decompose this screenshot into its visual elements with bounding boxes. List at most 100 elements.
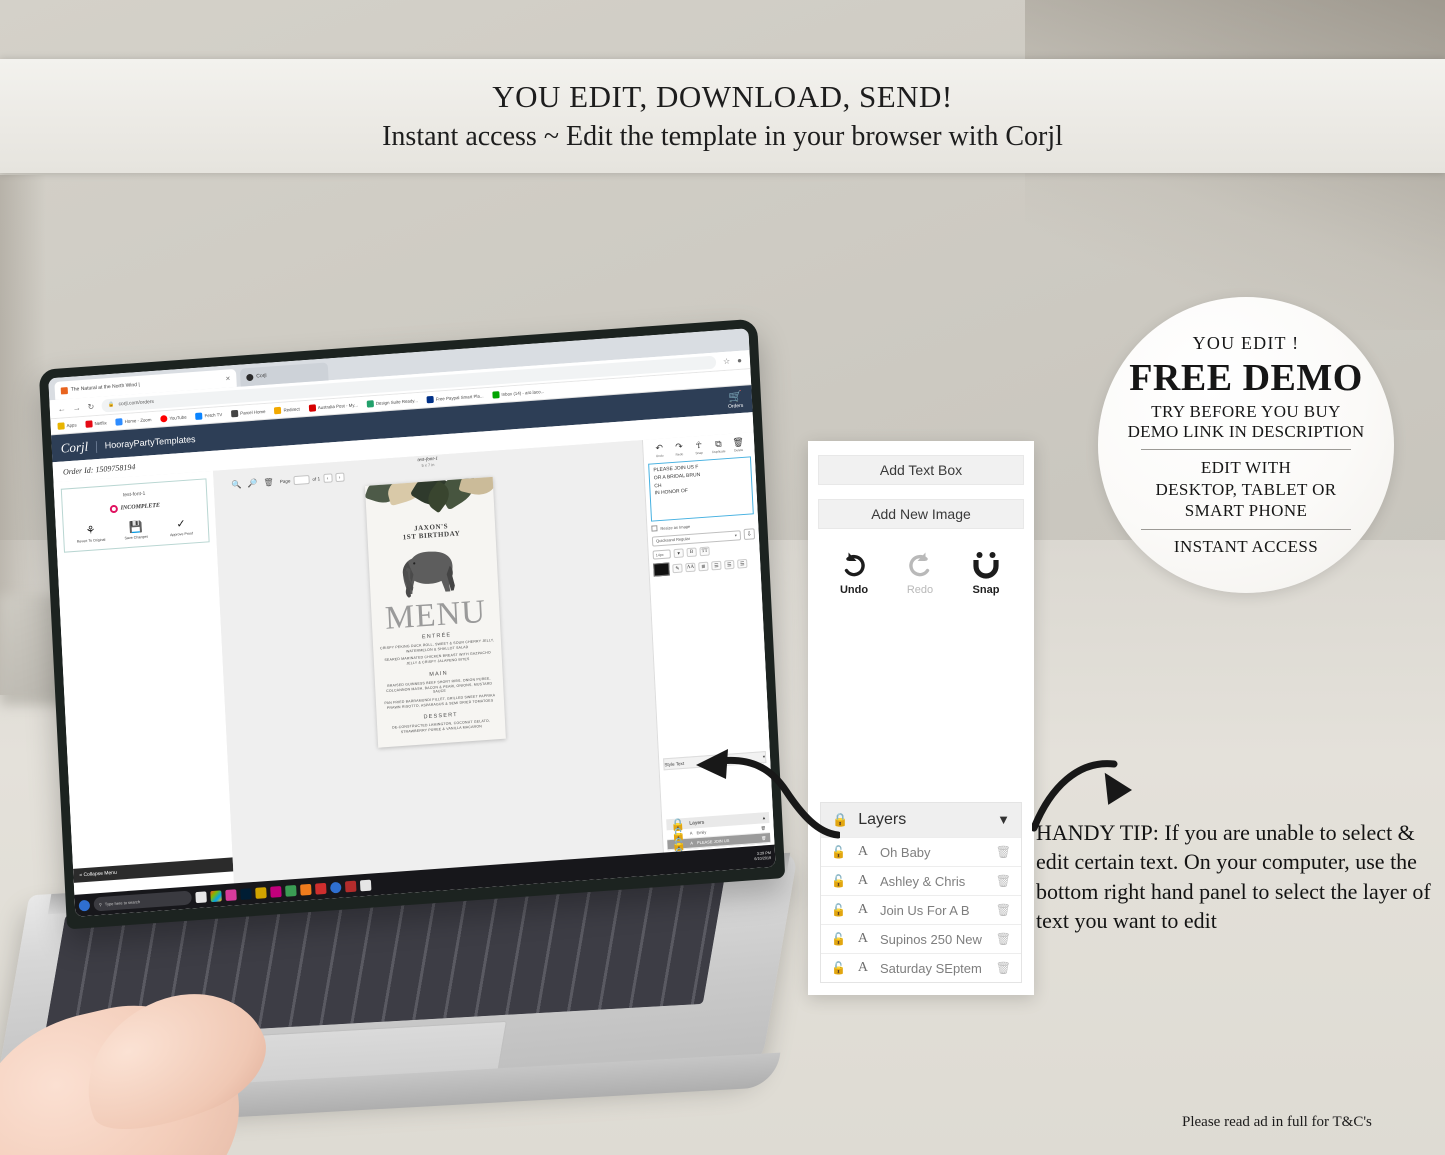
add-new-image-button[interactable]: Add New Image: [818, 499, 1024, 529]
profile-icon[interactable]: ●: [737, 355, 742, 364]
back-icon[interactable]: ←: [58, 404, 66, 414]
page-input[interactable]: [293, 474, 310, 486]
taskbar-search-input[interactable]: ⚲ Type here to search: [93, 890, 192, 912]
collapse-menu-button[interactable]: « Collapse Menu: [73, 857, 234, 883]
laptop-mockup: MacBook Pro The Natural at the North Win…: [0, 318, 810, 1155]
align-center-button[interactable]: ☰: [724, 559, 735, 570]
forward-icon[interactable]: →: [72, 403, 80, 413]
next-page-button[interactable]: ›: [334, 472, 345, 483]
chevron-down-icon: ▾: [734, 532, 737, 538]
download-font-button[interactable]: ⇩: [743, 528, 756, 541]
trash-icon[interactable]: 🗑: [996, 961, 1011, 976]
duplicate-button[interactable]: ⧉ Duplicate: [708, 438, 729, 454]
lock-icon[interactable]: 🔓: [831, 932, 846, 947]
layer-name: Saturday SEptem: [879, 960, 982, 976]
bookmark-item[interactable]: Apps: [57, 421, 77, 430]
revert-to-original-button[interactable]: ⚘ Revert To Original: [74, 523, 107, 544]
taskbar-app-icon[interactable]: [300, 883, 312, 896]
approve-proof-button[interactable]: ✓ Approve Proof: [165, 516, 198, 537]
taskbar-app-icon[interactable]: [344, 880, 357, 892]
layers-header[interactable]: 🔒 Layers ▼: [821, 803, 1021, 837]
redo-button[interactable]: ↷ Redo: [669, 441, 690, 457]
bold-button[interactable]: B: [686, 547, 697, 558]
bookmark-item[interactable]: Inbox (14) - aro.laco...: [492, 388, 544, 399]
clock-date: 6/10/2019: [754, 855, 772, 862]
font-family-select[interactable]: Quicksand Regular ▾: [651, 529, 742, 547]
trash-icon[interactable]: 🗑: [996, 874, 1011, 889]
close-icon[interactable]: ✕: [225, 375, 230, 382]
bookmark-item[interactable]: Redirect: [274, 405, 300, 415]
taskbar-app-icon[interactable]: [225, 888, 237, 901]
redo-button[interactable]: Redo: [898, 551, 942, 596]
layer-row[interactable]: 🔓 A Oh Baby 🗑: [821, 837, 1021, 866]
prev-page-button[interactable]: ‹: [322, 473, 333, 483]
chevron-down-icon[interactable]: ▾: [673, 548, 684, 559]
redo-icon: [909, 552, 930, 577]
font-size-input[interactable]: 14px: [652, 549, 671, 560]
add-text-box-button[interactable]: Add Text Box: [818, 455, 1024, 485]
bookmark-item[interactable]: Free Paypal Smart Pla...: [426, 392, 484, 404]
page-navigation: Page of 1 ‹ ›: [280, 472, 345, 486]
trash-icon[interactable]: 🗑: [996, 903, 1011, 918]
layer-row[interactable]: 🔓 A Ashley & Chris 🗑: [821, 866, 1021, 895]
undo-button[interactable]: Undo: [832, 551, 876, 596]
layer-row[interactable]: 🔓 A Saturday SEptem 🗑: [821, 953, 1021, 982]
taskbar-app-icon[interactable]: [210, 889, 222, 902]
trash-icon[interactable]: 🗑: [263, 478, 274, 488]
text-color-swatch[interactable]: [653, 562, 670, 577]
taskbar-app-icon[interactable]: [315, 882, 327, 895]
chevron-down-icon[interactable]: ▼: [997, 812, 1010, 828]
snap-button[interactable]: ☥ Snap: [689, 439, 710, 455]
layer-row[interactable]: 🔓 A Join Us For A B 🗑: [821, 895, 1021, 924]
design-preview[interactable]: JAXON'S 1ST BIRTHDAY MENU ENTRÉE CRISPY …: [364, 476, 506, 748]
duplicate-icon: ⧉: [715, 438, 722, 449]
eyedropper-icon[interactable]: ✎: [672, 563, 683, 574]
tool-label: Undo: [839, 584, 869, 596]
divider: [1141, 529, 1351, 531]
taskbar-app-icon[interactable]: [195, 890, 207, 903]
bookmark-item[interactable]: Design Suite Ready...: [366, 397, 418, 408]
tool-label: Redo: [675, 452, 684, 457]
delete-button[interactable]: 🗑 Delete: [728, 437, 749, 453]
save-changes-button[interactable]: 💾 Save Changes: [119, 519, 152, 540]
trash-icon[interactable]: 🗑: [996, 845, 1011, 860]
corjl-logo[interactable]: Corjl: [60, 438, 88, 456]
bookmark-item[interactable]: YouTube: [160, 414, 187, 423]
zoom-in-icon[interactable]: 🔍: [232, 480, 242, 490]
redo-icon: ↷: [674, 441, 684, 452]
bookmark-item[interactable]: Fetch TV: [195, 411, 222, 420]
text-content-input[interactable]: PLEASE JOIN US F OR A BRIDAL BRUN CH IN …: [648, 456, 754, 522]
taskbar-app-icon[interactable]: [270, 885, 282, 898]
undo-button[interactable]: ↶ Undo: [649, 442, 670, 459]
lock-icon[interactable]: 🔓: [831, 903, 846, 918]
zoom-out-icon[interactable]: 🔎: [247, 479, 257, 489]
lock-icon[interactable]: 🔓: [831, 961, 846, 976]
taskbar-app-icon[interactable]: [329, 881, 342, 894]
layer-row[interactable]: 🔓 A Supinos 250 New 🗑: [821, 924, 1021, 953]
line-height-button[interactable]: ≣: [698, 561, 709, 572]
letter-spacing-button[interactable]: AA: [685, 562, 696, 573]
star-icon[interactable]: ☆: [723, 356, 731, 366]
bookmark-item[interactable]: Parcel Home: [231, 408, 266, 418]
bookmark-item[interactable]: Home - Zoom: [115, 416, 152, 426]
undo-icon: ↶: [655, 442, 664, 454]
taskbar-app-icon[interactable]: [359, 879, 372, 891]
snap-button[interactable]: Snap: [964, 551, 1008, 596]
orders-button[interactable]: 🛒 Orders: [727, 390, 744, 410]
bookmark-item[interactable]: Netflix: [85, 419, 107, 428]
taskbar-app-icon[interactable]: [285, 884, 297, 897]
reload-icon[interactable]: ↻: [87, 402, 94, 411]
start-icon[interactable]: [78, 899, 91, 912]
bookmark-label: Netflix: [94, 420, 107, 427]
incomplete-icon: [109, 504, 118, 514]
trash-icon[interactable]: 🗑: [996, 932, 1011, 947]
text-transform-button[interactable]: TT: [699, 546, 710, 557]
save-icon: 💾: [128, 521, 143, 534]
taskbar-app-icon[interactable]: [240, 887, 252, 900]
align-left-button[interactable]: ☰: [711, 560, 722, 571]
taskbar-clock[interactable]: 3:29 PM 6/10/2019: [754, 851, 771, 862]
taskbar-app-icon[interactable]: [255, 886, 267, 899]
bookmark-item[interactable]: Australia Post - My...: [308, 401, 358, 412]
align-right-button[interactable]: ☰: [737, 558, 748, 569]
lock-icon[interactable]: 🔓: [831, 874, 846, 889]
